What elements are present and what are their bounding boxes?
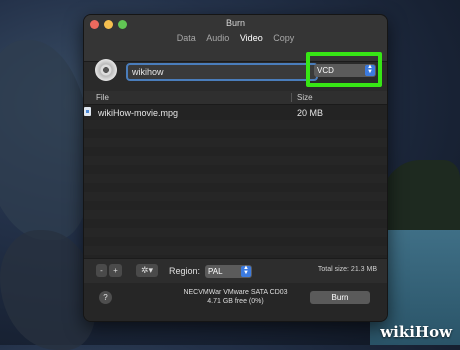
table-row[interactable]: wikiHow-movie.mpg 20 MB — [84, 106, 387, 120]
wikihow-logo: wikiHow — [380, 323, 452, 341]
logo-part-wiki: wiki — [380, 323, 415, 341]
region-select-value: PAL — [208, 267, 223, 276]
tab-bar: Data Audio Video Copy — [84, 33, 387, 43]
column-header-size[interactable]: Size — [297, 93, 313, 102]
background-rock — [0, 40, 90, 240]
region-label: Region: — [169, 266, 201, 276]
table-stripe — [84, 120, 387, 129]
logo-part-how: How — [414, 323, 452, 341]
file-size: 20 MB — [297, 108, 324, 118]
table-stripe — [84, 246, 387, 255]
gear-icon: ✲▾ — [140, 265, 154, 275]
disc-name-input[interactable] — [126, 63, 318, 81]
window-title: Burn — [225, 18, 245, 28]
table-stripe — [84, 228, 387, 237]
bottom-toolbar: - + ✲▾ Region: PAL ▲ ▼ Total size: 21.3 M… — [84, 258, 387, 284]
column-divider — [291, 93, 292, 102]
tab-data[interactable]: Data — [173, 33, 200, 43]
tab-audio[interactable]: Audio — [202, 33, 233, 43]
footer: ? NECVMWar VMware SATA CD03 4.71 GB free… — [84, 283, 387, 321]
highlight-box — [306, 52, 382, 87]
file-name: wikiHow-movie.mpg — [98, 108, 179, 118]
region-select[interactable]: PAL ▲ ▼ — [205, 265, 252, 278]
remove-file-button[interactable]: - — [96, 264, 107, 277]
table-stripe — [84, 174, 387, 183]
file-table: File Size wikiHow-movie.mpg 20 MB — [84, 91, 387, 258]
table-header: File Size — [84, 91, 387, 105]
add-file-button[interactable]: + — [109, 264, 122, 277]
burn-button[interactable]: Burn — [310, 291, 370, 304]
table-stripe — [84, 192, 387, 201]
chevron-updown-icon: ▲ ▼ — [241, 265, 251, 277]
total-size-label: Total size: 21.3 MB — [317, 266, 377, 273]
background-rock — [0, 230, 95, 350]
table-stripe — [84, 138, 387, 147]
tab-copy[interactable]: Copy — [269, 33, 298, 43]
table-stripe — [84, 156, 387, 165]
mpg-file-icon — [84, 107, 91, 116]
disc-icon — [95, 59, 117, 81]
options-button[interactable]: ✲▾ — [136, 264, 158, 277]
table-stripe — [84, 210, 387, 219]
tab-video[interactable]: Video — [236, 33, 267, 43]
column-header-file[interactable]: File — [96, 93, 109, 102]
